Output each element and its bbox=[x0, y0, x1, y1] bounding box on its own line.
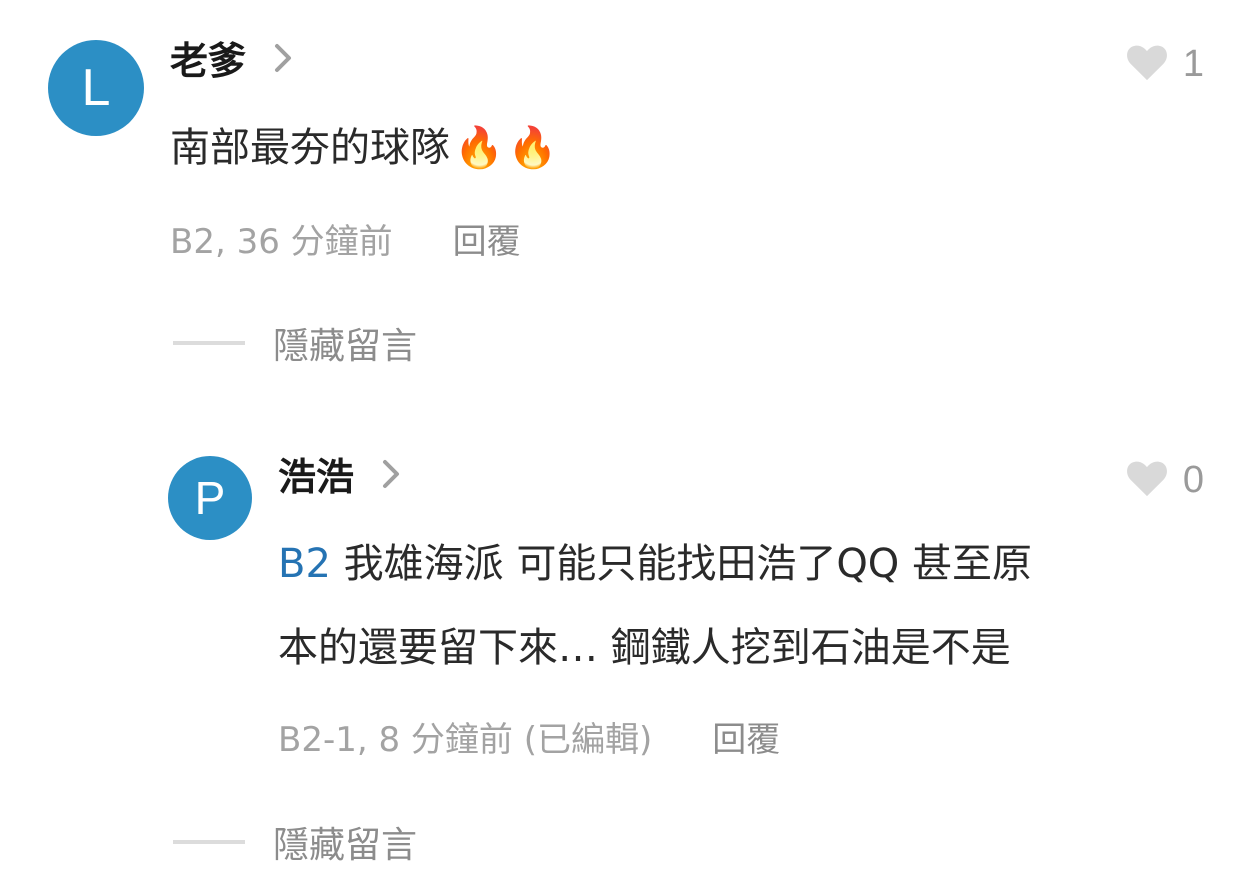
comment-text-content: 南部最夯的球隊 bbox=[170, 125, 450, 171]
divider-line bbox=[173, 341, 245, 345]
comment-text: 南部最夯的球隊 🔥🔥 bbox=[170, 128, 562, 168]
hide-comment-button[interactable]: 隱藏留言 bbox=[173, 816, 417, 868]
chevron-right-icon[interactable] bbox=[382, 459, 400, 495]
like-count: 1 bbox=[1182, 43, 1204, 85]
reply-button[interactable]: 回覆 bbox=[712, 712, 780, 761]
like-button[interactable]: 1 bbox=[1125, 42, 1204, 86]
username[interactable]: 老爹 bbox=[170, 42, 246, 80]
hide-comment-label: 隱藏留言 bbox=[273, 825, 418, 866]
like-count: 0 bbox=[1182, 459, 1204, 501]
comment-text: B2 我雄海派 可能只能找田浩了QQ 甚至原 本的還要留下來… 鋼鐵人挖到石油是… bbox=[278, 522, 1218, 690]
comment-text-line: 本的還要留下來… 鋼鐵人挖到石油是不是 bbox=[278, 625, 1011, 671]
avatar[interactable]: P bbox=[168, 456, 252, 540]
comment-meta: B2-1, 8 分鐘前 (已編輯) bbox=[278, 720, 653, 760]
chevron-right-icon[interactable] bbox=[274, 43, 292, 79]
reply-button[interactable]: 回覆 bbox=[453, 214, 521, 263]
comment-text-line: 我雄海派 可能只能找田浩了QQ 甚至原 bbox=[330, 541, 1033, 587]
hide-comment-label: 隱藏留言 bbox=[273, 326, 418, 367]
heart-icon bbox=[1125, 42, 1169, 86]
mention-link[interactable]: B2 bbox=[278, 541, 331, 587]
comment-meta: B2, 36 分鐘前 bbox=[170, 222, 393, 262]
username[interactable]: 浩浩 bbox=[278, 458, 354, 496]
avatar-letter: P bbox=[194, 472, 226, 524]
avatar-letter: L bbox=[81, 59, 111, 117]
divider-line bbox=[173, 840, 245, 844]
avatar[interactable]: L bbox=[48, 40, 144, 136]
fire-emoji: 🔥🔥 bbox=[454, 125, 562, 171]
heart-icon bbox=[1125, 458, 1169, 502]
like-button[interactable]: 0 bbox=[1125, 458, 1204, 502]
hide-comment-button[interactable]: 隱藏留言 bbox=[173, 317, 417, 369]
